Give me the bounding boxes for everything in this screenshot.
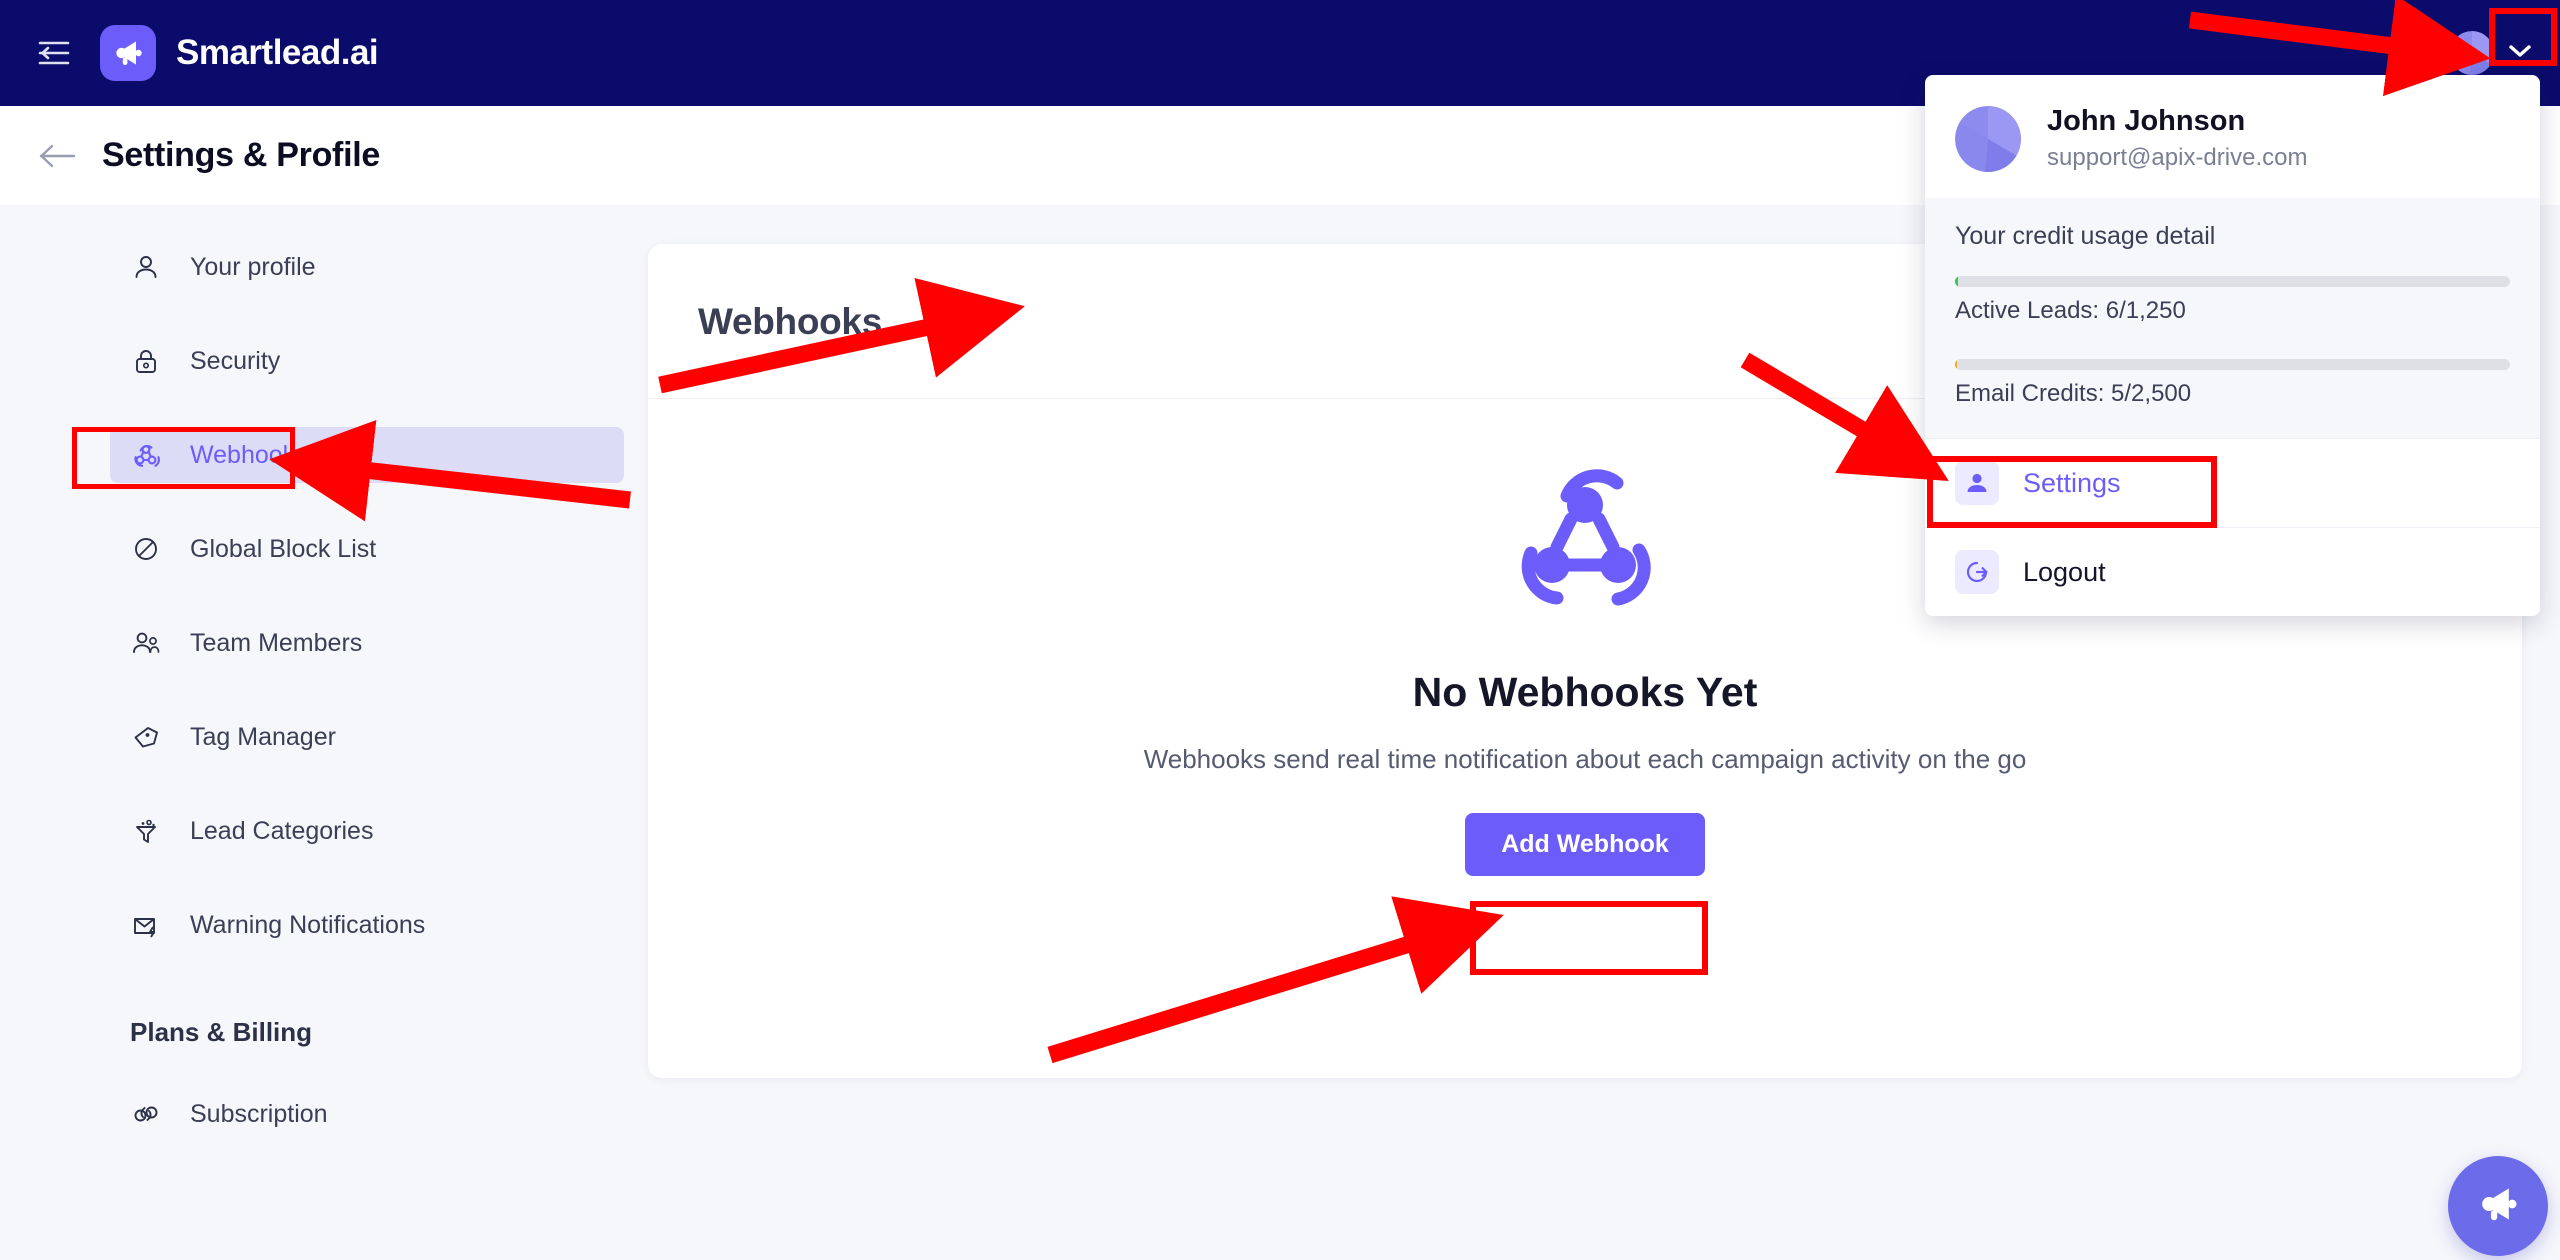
megaphone-icon [100, 25, 156, 81]
chevron-down-icon[interactable] [2508, 43, 2532, 64]
brand-name: Smartlead.ai [176, 33, 379, 72]
settings-sidebar: Your profile Security Webhook Global Blo… [0, 205, 648, 1260]
webhook-icon [130, 439, 162, 471]
funnel-icon [130, 815, 162, 847]
dropdown-user-block: John Johnson support@apix-drive.com [1925, 75, 2540, 198]
sidebar-item-webhook[interactable]: Webhook [110, 427, 624, 483]
sidebar-item-label: Lead Categories [190, 816, 374, 845]
dropdown-item-logout[interactable]: Logout [1925, 527, 2540, 616]
avatar [1955, 105, 2021, 172]
sidebar-item-label: Subscription [190, 1099, 328, 1128]
link-refresh-icon [130, 1098, 162, 1130]
webhook-logo-icon [1505, 457, 1665, 617]
lock-icon [130, 345, 162, 377]
email-credits-progress [1955, 359, 2510, 370]
logout-icon [1955, 550, 1999, 594]
profile-email: support@apix-drive.com [2047, 144, 2308, 171]
sidebar-item-security[interactable]: Security [110, 333, 624, 389]
sidebar-item-label: Tag Manager [190, 722, 336, 751]
active-leads-label: Active Leads: 6/1,250 [1955, 297, 2186, 324]
sidebar-item-subscription[interactable]: Subscription [110, 1086, 624, 1142]
sidebar-item-lead-categories[interactable]: Lead Categories [110, 803, 624, 859]
person-settings-icon [1955, 461, 1999, 505]
profile-name: John Johnson [2047, 105, 2246, 137]
profile-menu-trigger[interactable] [2450, 31, 2532, 75]
credit-usage-title: Your credit usage detail [1955, 222, 2216, 250]
add-webhook-button[interactable]: Add Webhook [1465, 813, 1705, 876]
sidebar-item-label: Team Members [190, 628, 363, 657]
app-root: Smartlead.ai Settings & Profile Your pro… [0, 0, 2560, 1260]
arrow-left-icon[interactable] [36, 134, 80, 178]
brand-logo-group[interactable]: Smartlead.ai [100, 25, 379, 81]
email-credits-label: Email Credits: 5/2,500 [1955, 380, 2192, 407]
announcements-fab[interactable] [2448, 1156, 2548, 1256]
email-credits-progress-fill [1955, 359, 1958, 370]
users-icon [130, 627, 162, 659]
sidebar-item-label: Webhook [190, 440, 296, 469]
mail-warning-icon [130, 909, 162, 941]
credit-usage-section: Your credit usage detail Active Leads: 6… [1925, 198, 2540, 438]
profile-dropdown: John Johnson support@apix-drive.com Your… [1925, 75, 2540, 616]
dropdown-item-settings[interactable]: Settings [1925, 438, 2540, 527]
dropdown-item-label: Settings [2023, 467, 2121, 498]
sidebar-item-tag-manager[interactable]: Tag Manager [110, 709, 624, 765]
active-leads-progress-fill [1955, 276, 1958, 287]
empty-state-title: No Webhooks Yet [1412, 669, 1758, 715]
sidebar-item-label: Warning Notifications [190, 910, 426, 939]
sidebar-item-global-block-list[interactable]: Global Block List [110, 521, 624, 577]
active-leads-progress [1955, 276, 2510, 287]
dropdown-item-label: Logout [2023, 556, 2106, 587]
user-icon [130, 251, 162, 283]
sidebar-item-team-members[interactable]: Team Members [110, 615, 624, 671]
page-title: Settings & Profile [102, 136, 380, 174]
sidebar-group-plans-billing: Plans & Billing [130, 1017, 313, 1047]
tag-icon [130, 721, 162, 753]
megaphone-icon [2475, 1181, 2521, 1232]
sidebar-item-your-profile[interactable]: Your profile [110, 239, 624, 295]
sidebar-item-label: Global Block List [190, 534, 377, 563]
sidebar-item-label: Your profile [190, 252, 316, 281]
sidebar-item-label: Security [190, 346, 281, 375]
sidebar-item-warning-notifications[interactable]: Warning Notifications [110, 897, 624, 953]
user-avatar [2450, 31, 2494, 75]
hamburger-menu-icon[interactable] [32, 31, 76, 75]
block-icon [130, 533, 162, 565]
empty-state-subtitle: Webhooks send real time notification abo… [1143, 744, 2027, 774]
